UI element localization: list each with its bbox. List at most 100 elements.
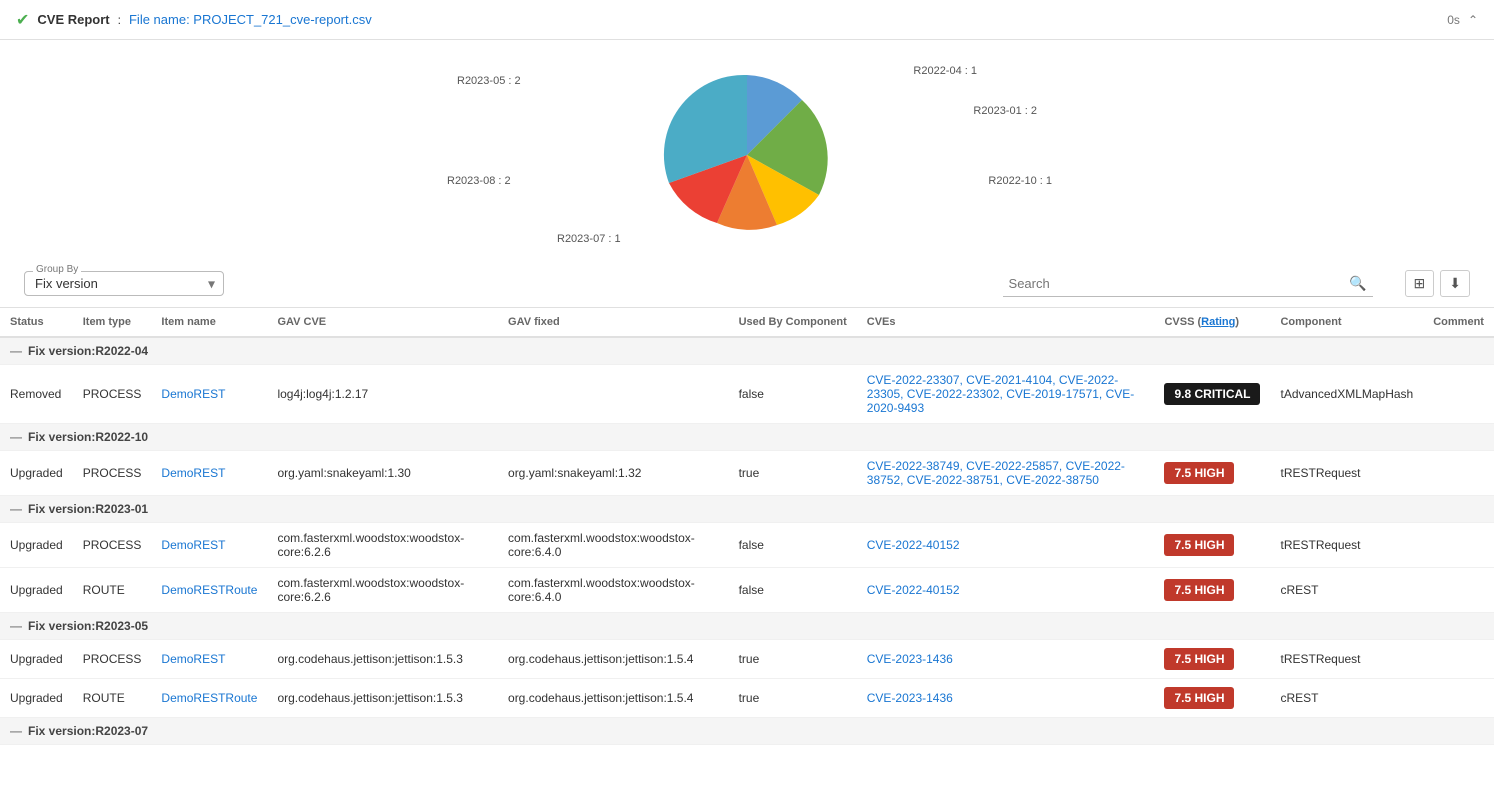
cell-item-name-link[interactable]: DemoREST [161,387,225,401]
cell-status: Upgraded [0,679,73,718]
group-dash: — [10,619,22,633]
cell-status: Upgraded [0,451,73,496]
cell-status: Upgraded [0,523,73,568]
cell-used-by: false [729,365,857,424]
rating-link[interactable]: Rating [1201,316,1235,328]
cell-item-name-link[interactable]: DemoREST [161,652,225,666]
cell-item-name: DemoREST [151,451,267,496]
check-icon: ✔ [16,10,29,30]
table-row: UpgradedPROCESSDemoRESTcom.fasterxml.woo… [0,523,1494,568]
cell-cves: CVE-2023-1436 [857,640,1155,679]
cell-gav-cve: org.yaml:snakeyaml:1.30 [267,451,498,496]
separator: : [118,13,121,27]
timer-label: 0s [1447,13,1460,27]
cell-component: tRESTRequest [1270,523,1423,568]
controls-row: Group By Fix version ▾ 🔍 ⊞ ⬇ [0,260,1494,308]
chart-area: R2022-04 : 1 R2023-01 : 2 R2022-10 : 1 R… [0,40,1494,260]
cell-cves-link[interactable]: CVE-2023-1436 [867,691,953,705]
top-bar-right: 0s ⌃ [1447,13,1478,27]
cell-item-name-link[interactable]: DemoREST [161,466,225,480]
table-row: UpgradedROUTEDemoRESTRoutecom.fasterxml.… [0,568,1494,613]
cell-cves: CVE-2022-38749, CVE-2022-25857, CVE-2022… [857,451,1155,496]
search-icon: 🔍 [1349,275,1366,292]
group-dash: — [10,724,22,738]
cell-item-name: DemoREST [151,365,267,424]
cvss-badge: 7.5 HIGH [1164,534,1234,556]
download-button[interactable]: ⬇ [1440,270,1470,297]
cell-cves-link[interactable]: CVE-2022-40152 [867,583,960,597]
pie-label-r2023-07: R2023-07 : 1 [557,233,621,245]
cvss-badge: 7.5 HIGH [1164,648,1234,670]
cell-cves-link[interactable]: CVE-2022-38749, CVE-2022-25857, CVE-2022… [867,459,1125,487]
cell-cves: CVE-2022-40152 [857,523,1155,568]
cell-cves: CVE-2022-40152 [857,568,1155,613]
table-row: UpgradedPROCESS DemoREST org.yaml:snakeyam… [0,451,1494,496]
table-row: UpgradedROUTE DemoRESTRoute org.codehaus.j… [0,679,1494,718]
cell-item-type: ROUTE [73,679,152,718]
col-cves: CVEs [857,308,1155,337]
top-bar-left: ✔ CVE Report : File name: PROJECT_721_cv… [16,10,372,30]
collapse-icon[interactable]: ⌃ [1468,13,1478,27]
cell-cvss: 7.5 HIGH [1154,640,1270,679]
cell-item-name-link[interactable]: DemoRESTRoute [161,691,257,705]
cell-cves-link[interactable]: CVE-2022-40152 [867,538,960,552]
cell-item-name: DemoRESTRoute [151,679,267,718]
cell-gav-cve: com.fasterxml.woodstox:woodstox-core:6.2… [267,568,498,613]
cell-gav-fixed: org.codehaus.jettison:jettison:1.5.4 [498,679,729,718]
table-row: RemovedPROCESSDemoRESTlog4j:log4j:1.2.17… [0,365,1494,424]
col-component: Component [1270,308,1423,337]
pie-label-r2022-10: R2022-10 : 1 [988,175,1052,187]
group-by-label: Group By [33,264,81,275]
cell-comment [1423,568,1494,613]
cell-item-name: DemoRESTRoute [151,568,267,613]
cell-cvss: 7.5 HIGH [1154,451,1270,496]
cell-cves-link[interactable]: CVE-2022-23307, CVE-2021-4104, CVE-2022-… [867,373,1135,415]
cell-item-name-link[interactable]: DemoREST [161,538,225,552]
cell-gav-cve: org.codehaus.jettison:jettison:1.5.3 [267,640,498,679]
col-gav-fixed: GAV fixed [498,308,729,337]
cell-used-by: true [729,679,857,718]
group-header-row: —Fix version:R2023-01 [0,496,1494,523]
cell-component: cREST [1270,679,1423,718]
top-bar: ✔ CVE Report : File name: PROJECT_721_cv… [0,0,1494,40]
search-input[interactable] [1009,276,1350,291]
col-item-name: Item name [151,308,267,337]
cell-status: Removed [0,365,73,424]
cvss-badge: 7.5 HIGH [1164,579,1234,601]
group-by-dropdown[interactable]: Group By Fix version ▾ [24,271,224,296]
cell-cves: CVE-2023-1436 [857,679,1155,718]
cell-status: Upgraded [0,640,73,679]
cell-cves-link[interactable]: CVE-2023-1436 [867,652,953,666]
cve-table: Status Item type Item name GAV CVE GAV f… [0,308,1494,745]
cvss-badge: 7.5 HIGH [1164,687,1234,709]
group-header-row: —Fix version:R2022-10 [0,424,1494,451]
cell-item-type: PROCESS [73,451,152,496]
pie-label-r2022-04: R2022-04 : 1 [913,65,977,77]
table-row: UpgradedPROCESSDemoRESTorg.codehaus.jett… [0,640,1494,679]
cell-component: tAdvancedXMLMapHash [1270,365,1423,424]
col-status: Status [0,308,73,337]
cvss-badge: 9.8 CRITICAL [1164,383,1260,405]
pie-chart [657,65,837,245]
group-header-row: —Fix version:R2023-07 [0,718,1494,745]
cell-cves: CVE-2022-23307, CVE-2021-4104, CVE-2022-… [857,365,1155,424]
cell-gav-fixed [498,365,729,424]
cell-gav-fixed: org.yaml:snakeyaml:1.32 [498,451,729,496]
col-item-type: Item type [73,308,152,337]
cell-comment [1423,679,1494,718]
cell-used-by: true [729,640,857,679]
table-view-button[interactable]: ⊞ [1405,270,1435,297]
cell-used-by: false [729,523,857,568]
group-dash: — [10,430,22,444]
table-header-row: Status Item type Item name GAV CVE GAV f… [0,308,1494,337]
chevron-down-icon: ▾ [208,275,215,292]
group-header-row: —Fix version:R2023-05 [0,613,1494,640]
cell-cvss: 7.5 HIGH [1154,679,1270,718]
cell-gav-fixed: org.codehaus.jettison:jettison:1.5.4 [498,640,729,679]
search-box[interactable]: 🔍 [1003,271,1373,297]
cell-item-name-link[interactable]: DemoRESTRoute [161,583,257,597]
cell-comment [1423,365,1494,424]
cell-item-type: ROUTE [73,568,152,613]
table-wrapper: Status Item type Item name GAV CVE GAV f… [0,308,1494,745]
pie-label-r2023-05: R2023-05 : 2 [457,75,521,87]
